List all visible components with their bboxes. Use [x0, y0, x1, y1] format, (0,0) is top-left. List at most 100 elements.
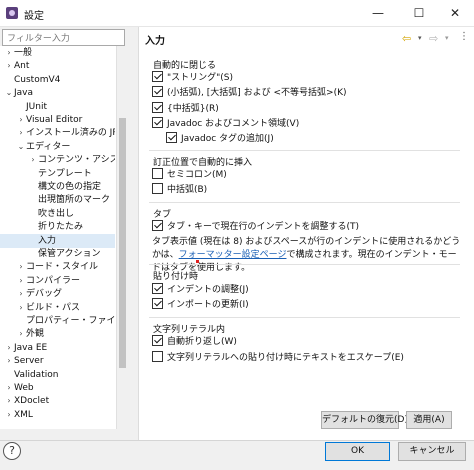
tree-item[interactable]: JUnit	[0, 100, 115, 114]
checkbox-box[interactable]	[152, 117, 163, 128]
checkbox-braces-insert[interactable]: 中括弧(B)	[152, 183, 207, 197]
collapse-right-icon[interactable]: ›	[4, 341, 14, 355]
checkbox-box[interactable]	[152, 86, 163, 97]
collapse-right-icon[interactable]: ›	[16, 260, 26, 274]
checkbox-update-imports[interactable]: インポートの更新(I)	[152, 298, 249, 312]
red-marker	[196, 260, 199, 263]
checkbox-adjust-indent[interactable]: インデントの調整(J)	[152, 283, 249, 297]
checkbox-tab-indent[interactable]: タブ・キーで現在行のインデントを調整する(T)	[152, 220, 359, 234]
checkbox-braces[interactable]: {中括弧}(R)	[152, 102, 219, 116]
tree-item[interactable]: ›コンテンツ・アシスト	[0, 153, 115, 167]
tree-item[interactable]: › 一般	[0, 46, 115, 60]
collapse-right-icon[interactable]: ›	[16, 327, 26, 341]
tree-item-label: Visual Editor	[26, 115, 83, 125]
tree-item[interactable]: › Web	[0, 381, 115, 395]
checkbox-box[interactable]	[152, 183, 163, 194]
collapse-right-icon[interactable]: ›	[4, 59, 14, 73]
tree-item[interactable]: ⌄ Java	[0, 86, 115, 100]
tree-scrollbar[interactable]	[116, 46, 127, 429]
ok-button[interactable]: OK	[325, 442, 390, 461]
collapse-right-icon[interactable]: ›	[4, 354, 14, 368]
help-icon[interactable]: ?	[3, 442, 21, 460]
cancel-button[interactable]: キャンセル	[398, 442, 466, 461]
tree-item-label: XML	[14, 409, 33, 420]
forward-arrow-icon[interactable]: ⇨	[429, 32, 445, 45]
back-arrow-icon[interactable]: ⇦	[402, 32, 418, 45]
tree-item[interactable]: 入力	[0, 233, 115, 248]
collapse-right-icon[interactable]: ›	[16, 274, 26, 288]
expand-down-icon[interactable]: ⌄	[4, 86, 14, 100]
close-button[interactable]: ✕	[436, 0, 474, 27]
group-string-literal: 文字列リテラル内	[153, 325, 226, 335]
collapse-right-icon[interactable]: ›	[4, 408, 14, 422]
tree-item[interactable]: › XML	[0, 408, 115, 422]
tree-item-label: テンプレート	[38, 168, 92, 179]
typing-preferences-panel: 入力 ⇦ ▾ ⇨ ▾ ⋮ 自動的に閉じる "ストリング"(S) (小括弧), […	[138, 27, 474, 440]
apply-button[interactable]: 適用(A)	[406, 411, 452, 429]
tree-item[interactable]: › Java EE	[0, 341, 115, 355]
checkbox-box[interactable]	[152, 220, 163, 231]
checkbox-wrap-strings[interactable]: 自動折り返し(W)	[152, 335, 237, 349]
tree-item[interactable]: CustomV4	[0, 73, 115, 87]
tree-item[interactable]: › ビルド・パス	[0, 301, 115, 315]
tree-item[interactable]: › インストール済みの JRE	[0, 126, 115, 140]
tree-item-label: 出現箇所のマーク	[38, 195, 111, 206]
tree-item[interactable]: 出現箇所のマーク	[0, 193, 115, 207]
tree-item[interactable]: › Visual Editor	[0, 113, 115, 127]
collapse-right-icon[interactable]: ›	[4, 394, 14, 408]
checkbox-box[interactable]	[152, 335, 163, 346]
back-dropdown-icon[interactable]: ▾	[418, 34, 422, 42]
checkbox-semicolon[interactable]: セミコロン(M)	[152, 168, 227, 182]
checkbox-javadoc-tags[interactable]: Javadoc タグの追加(J)	[166, 132, 274, 146]
tree-item[interactable]: › コンパイラー	[0, 274, 115, 288]
checkbox-box[interactable]	[152, 283, 163, 294]
collapse-right-icon[interactable]: ›	[16, 126, 26, 140]
tree-item-label: ビルド・パス	[26, 302, 81, 313]
tree-item-label: 吹き出し	[38, 208, 75, 219]
checkbox-box[interactable]	[152, 102, 163, 113]
forward-dropdown-icon[interactable]: ▾	[445, 34, 449, 42]
collapse-right-icon[interactable]: ›	[16, 301, 26, 315]
tree-item[interactable]: › XDoclet	[0, 394, 115, 408]
maximize-button[interactable]: ☐	[400, 0, 438, 27]
checkbox-box[interactable]	[152, 168, 163, 179]
tree-item[interactable]: › コード・スタイル	[0, 260, 115, 274]
collapse-right-icon[interactable]: ›	[16, 113, 26, 127]
tree-item[interactable]: › Server	[0, 354, 115, 368]
checkbox-box[interactable]	[152, 71, 163, 82]
view-menu-icon[interactable]: ⋮	[459, 31, 469, 42]
tree-item-label: 一般	[14, 48, 33, 58]
page-title: 入力	[145, 36, 165, 47]
checkbox-box[interactable]	[152, 351, 163, 362]
collapse-right-icon[interactable]: ›	[4, 381, 14, 395]
collapse-right-icon[interactable]: ›	[16, 287, 26, 301]
tree-scrollbar-thumb[interactable]	[119, 118, 126, 368]
tree-item-label: Server	[14, 356, 44, 367]
checkbox-escape-text[interactable]: 文字列リテラルへの貼り付け時にテキストをエスケープ(E)	[152, 351, 404, 365]
checkbox-box[interactable]	[152, 298, 163, 309]
checkbox-box[interactable]	[166, 132, 177, 143]
tree-item-label: エディター	[26, 141, 71, 152]
tree-item[interactable]: ⌄ エディター	[0, 140, 115, 154]
tree-item[interactable]: 吹き出し	[0, 207, 115, 221]
tree-item[interactable]: › 外観	[0, 327, 115, 341]
tree-item[interactable]: › Ant	[0, 59, 115, 73]
formatter-settings-link[interactable]: フォーマッター設定ページ	[179, 250, 287, 260]
checkbox-strings[interactable]: "ストリング"(S)	[152, 71, 233, 85]
tree-item[interactable]: Validation	[0, 368, 115, 382]
tree-item[interactable]: › デバッグ	[0, 287, 115, 301]
checkbox-brackets[interactable]: (小括弧), [大括弧] および <不等号括弧>(K)	[152, 86, 347, 100]
tree-item[interactable]: テンプレート	[0, 167, 115, 181]
tree-item-label: Java EE	[14, 342, 48, 353]
tree-item[interactable]: 構文の色の指定	[0, 180, 115, 194]
tree-item[interactable]: プロパティー・ファイル・エ	[0, 314, 115, 328]
expand-down-icon[interactable]: ⌄	[16, 140, 26, 154]
tree-item[interactable]: 保管アクション	[0, 247, 115, 261]
restore-defaults-button[interactable]: デフォルトの復元(D)	[321, 411, 408, 429]
collapse-right-icon[interactable]: ›	[4, 46, 14, 60]
minimize-button[interactable]: —	[359, 0, 397, 27]
collapse-right-icon[interactable]: ›	[28, 153, 38, 167]
checkbox-javadoc-comments[interactable]: Javadoc およびコメント領域(V)	[152, 117, 299, 131]
filter-input[interactable]	[2, 29, 125, 46]
tree-item[interactable]: 折りたたみ	[0, 220, 115, 234]
